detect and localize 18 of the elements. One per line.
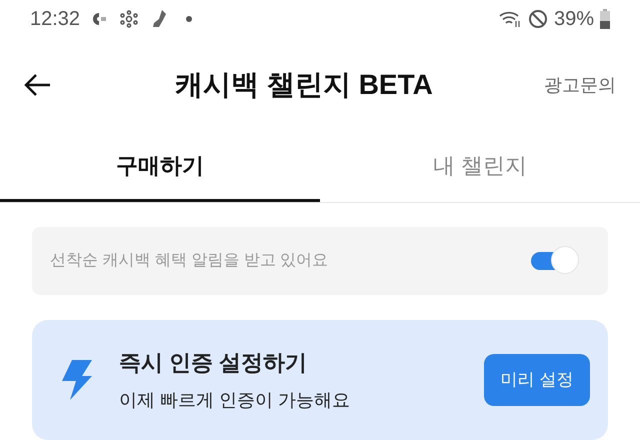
battery-icon [600,8,610,29]
status-time: 12:32 [30,6,80,32]
network-icon [120,10,138,28]
lightning-icon [62,360,92,400]
promo-subtitle: 이제 빠르게 인증이 가능해요 [119,389,352,412]
back-arrow-icon[interactable] [24,73,52,98]
battery-percent: 39% [554,6,594,32]
page-title: 캐시백 챌린지 BETA [174,68,434,102]
notification-text: 선착순 캐시백 혜택 알림을 받고 있어요 [50,251,328,271]
do-not-disturb-icon [528,8,548,29]
toggle-switch[interactable] [530,246,580,276]
magnet-icon [92,12,108,26]
tab[interactable]: 구매하기 [0,132,320,202]
preset-button[interactable]: 미리 설정 [484,354,590,406]
wifi-icon [498,10,522,28]
ad-inquiry-link[interactable]: 광고문의 [544,72,616,99]
tab[interactable]: 내 챌린지 [320,132,640,202]
promo-title: 즉시 인증 설정하기 [119,349,308,377]
